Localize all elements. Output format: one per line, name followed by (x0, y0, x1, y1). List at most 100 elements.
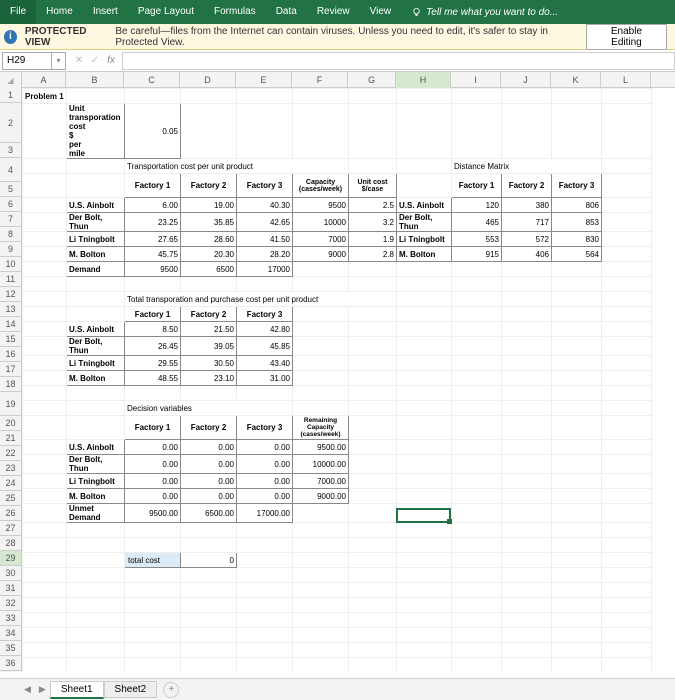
cell[interactable]: 6.00 (125, 198, 181, 213)
cell[interactable]: 830 (552, 232, 602, 247)
tab-review[interactable]: Review (307, 0, 360, 24)
cell[interactable] (237, 89, 293, 104)
cell[interactable]: Factory 2 (181, 307, 237, 322)
cell[interactable]: 9500 (293, 198, 349, 213)
cell[interactable] (293, 262, 349, 277)
cell[interactable]: 17000 (237, 262, 293, 277)
row-12[interactable]: 12 (0, 287, 22, 302)
cell[interactable] (397, 538, 452, 553)
cell[interactable] (237, 104, 293, 159)
cell[interactable] (349, 277, 397, 292)
cell[interactable] (237, 643, 293, 658)
cell[interactable] (502, 322, 552, 337)
cell[interactable] (349, 371, 397, 386)
cell[interactable] (602, 416, 652, 440)
cell[interactable] (552, 401, 602, 416)
cell[interactable] (125, 523, 181, 538)
row-5[interactable]: 5 (0, 182, 22, 197)
cell[interactable]: 40.30 (237, 198, 293, 213)
cell[interactable] (552, 474, 602, 489)
cell[interactable] (452, 307, 502, 322)
cell[interactable] (552, 262, 602, 277)
cell[interactable] (397, 643, 452, 658)
cell[interactable]: Factory 3 (237, 174, 293, 198)
row-14[interactable]: 14 (0, 317, 22, 332)
cell[interactable]: Total transporation and purchase cost pe… (125, 292, 397, 307)
cell[interactable] (237, 386, 293, 401)
cell[interactable] (23, 213, 67, 232)
cell[interactable]: 2.8 (349, 247, 397, 262)
cell[interactable] (452, 89, 502, 104)
cell[interactable]: 9000.00 (293, 489, 349, 504)
cell[interactable] (349, 262, 397, 277)
cell[interactable]: 45.75 (125, 247, 181, 262)
cell[interactable] (293, 598, 349, 613)
cell[interactable] (452, 598, 502, 613)
cell[interactable] (293, 371, 349, 386)
sheet-tab-1[interactable]: Sheet1 (50, 681, 104, 699)
cell[interactable] (502, 643, 552, 658)
enter-icon[interactable]: ✓ (88, 55, 102, 66)
cell[interactable] (552, 440, 602, 455)
cell[interactable]: 915 (452, 247, 502, 262)
cell[interactable] (502, 553, 552, 568)
cell[interactable] (602, 262, 652, 277)
cell[interactable] (293, 553, 349, 568)
cell[interactable] (397, 89, 452, 104)
cell[interactable] (67, 538, 125, 553)
cell[interactable] (397, 658, 452, 673)
cell[interactable]: 42.80 (237, 322, 293, 337)
cell[interactable]: 0.00 (181, 455, 237, 474)
col-k[interactable]: K (551, 72, 601, 88)
cell[interactable] (349, 504, 397, 523)
cell[interactable] (602, 159, 652, 174)
cell[interactable]: 28.20 (237, 247, 293, 262)
cell[interactable] (237, 553, 293, 568)
sheet-tab-2[interactable]: Sheet2 (104, 681, 158, 698)
cell[interactable] (602, 213, 652, 232)
cell[interactable] (293, 628, 349, 643)
cell[interactable] (602, 307, 652, 322)
cell[interactable]: M. Bolton (397, 247, 452, 262)
cell[interactable] (67, 568, 125, 583)
cancel-icon[interactable]: ✕ (72, 55, 86, 66)
cell[interactable] (67, 658, 125, 673)
cell[interactable] (397, 489, 452, 504)
cell[interactable] (349, 307, 397, 322)
cell[interactable] (397, 386, 452, 401)
row-18[interactable]: 18 (0, 377, 22, 392)
cell[interactable]: 572 (502, 232, 552, 247)
cell[interactable] (602, 523, 652, 538)
cell[interactable] (125, 386, 181, 401)
cell[interactable] (67, 174, 125, 198)
cell[interactable]: 9500 (125, 262, 181, 277)
cell[interactable] (602, 455, 652, 474)
cell[interactable] (67, 553, 125, 568)
cell[interactable]: 30.50 (181, 356, 237, 371)
cell[interactable] (23, 583, 67, 598)
cell[interactable] (602, 371, 652, 386)
cell[interactable] (23, 371, 67, 386)
cell[interactable] (293, 104, 349, 159)
cell[interactable] (67, 89, 125, 104)
cell[interactable] (181, 583, 237, 598)
cell[interactable] (552, 307, 602, 322)
formula-input[interactable] (122, 52, 675, 70)
cell[interactable] (349, 628, 397, 643)
cell[interactable] (397, 504, 452, 523)
enable-editing-button[interactable]: Enable Editing (586, 24, 667, 50)
cell[interactable] (397, 371, 452, 386)
tab-file[interactable]: File (0, 0, 36, 24)
cell[interactable] (125, 277, 181, 292)
cell[interactable]: 48.55 (125, 371, 181, 386)
cell[interactable] (349, 455, 397, 474)
cell[interactable] (23, 356, 67, 371)
col-b[interactable]: B (66, 72, 124, 88)
cell[interactable]: Factory 2 (502, 174, 552, 198)
cell[interactable] (293, 658, 349, 673)
cell[interactable] (502, 337, 552, 356)
cell[interactable] (23, 386, 67, 401)
cell[interactable] (602, 292, 652, 307)
cell[interactable] (397, 292, 452, 307)
tell-me[interactable]: Tell me what you want to do... (401, 7, 558, 18)
